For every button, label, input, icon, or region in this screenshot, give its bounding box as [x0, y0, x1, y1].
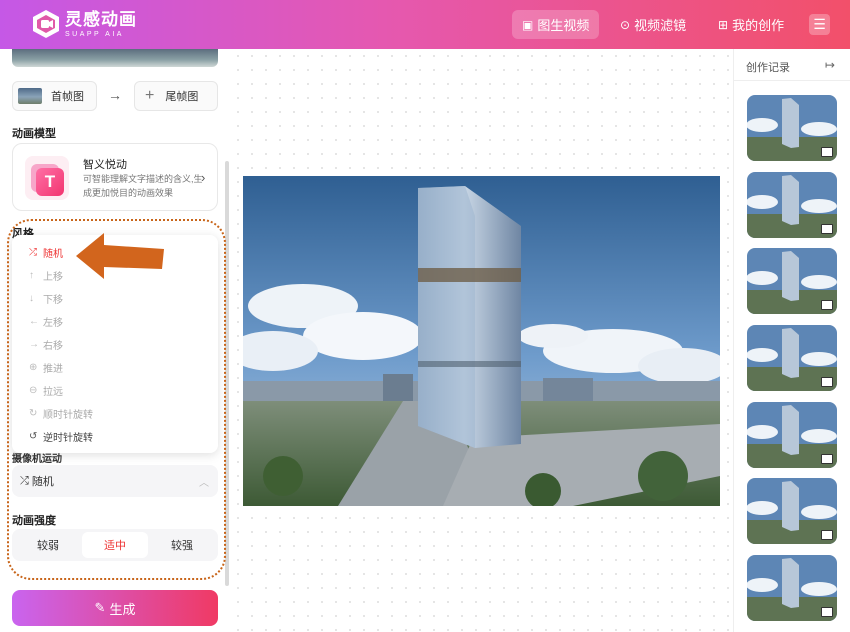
- nav-my-creations[interactable]: ⊞ 我的创作: [708, 10, 794, 39]
- history-thumbnail[interactable]: [747, 172, 837, 238]
- history-thumbnail[interactable]: [747, 402, 837, 468]
- first-frame-label: 首帧图: [51, 91, 84, 103]
- menu-button[interactable]: ☰: [809, 14, 830, 35]
- image-icon: [821, 147, 833, 157]
- nav-label: 视频滤镜: [634, 18, 687, 33]
- history-thumbnail[interactable]: [747, 95, 837, 161]
- image-icon: [821, 607, 833, 617]
- image-icon: [821, 224, 833, 234]
- first-frame-thumbnail: [18, 88, 42, 104]
- history-thumbnail[interactable]: [747, 325, 837, 391]
- plus-icon: +: [145, 87, 155, 104]
- generate-label: 生成: [109, 601, 136, 617]
- last-frame-slot[interactable]: + 尾帧图: [134, 81, 218, 111]
- logo-title: 灵感动画: [65, 9, 137, 29]
- annotation-arrow-icon: [76, 233, 164, 279]
- model-icon: T: [25, 156, 69, 200]
- nav-video-filter[interactable]: ⊙ 视频滤镜: [610, 10, 696, 39]
- model-name: 智义悦动: [83, 159, 127, 171]
- nav-label: 我的创作: [732, 18, 785, 33]
- play-icon: ⊙: [620, 17, 631, 32]
- logo-subtitle: SUAPP AIA: [65, 30, 124, 38]
- generate-button[interactable]: ✎ 生成: [12, 590, 218, 626]
- preview-image: [243, 176, 720, 506]
- divider: [734, 80, 850, 81]
- image-icon: [821, 377, 833, 387]
- grid-icon: ⊞: [718, 17, 729, 32]
- last-frame-label: 尾帧图: [165, 91, 199, 103]
- model-card[interactable]: T 智义悦动 可智能理解文字描述的含义,生成更加悦目的动画效果 ›: [12, 143, 218, 211]
- history-panel: 创作记录 ↦: [733, 49, 850, 632]
- uploaded-image-preview[interactable]: [12, 49, 218, 67]
- chevron-right-icon: ›: [201, 170, 206, 185]
- image-icon: [821, 530, 833, 540]
- history-thumbnail[interactable]: [747, 248, 837, 314]
- history-thumbnail[interactable]: [747, 555, 837, 621]
- history-thumbnail[interactable]: [747, 478, 837, 544]
- model-section-title: 动画模型: [12, 128, 56, 140]
- magic-wand-icon: ✎: [94, 600, 106, 615]
- history-title: 创作记录: [746, 62, 790, 74]
- top-header: 灵感动画 SUAPP AIA ▣ 图生视频 ⊙ 视频滤镜 ⊞ 我的创作 ☰: [0, 0, 850, 49]
- logo[interactable]: 灵感动画 SUAPP AIA: [31, 9, 137, 39]
- arrow-right-icon: →: [108, 87, 122, 103]
- first-frame-slot[interactable]: 首帧图: [12, 81, 97, 111]
- nav-label: 图生视频: [537, 18, 590, 33]
- collapse-panel-icon[interactable]: ↦: [825, 58, 835, 72]
- model-description: 可智能理解文字描述的含义,生成更加悦目的动画效果: [83, 174, 203, 198]
- image-icon: ▣: [522, 17, 534, 32]
- logo-icon: [33, 10, 59, 38]
- image-icon: [821, 454, 833, 464]
- image-icon: [821, 300, 833, 310]
- nav-image-to-video[interactable]: ▣ 图生视频: [512, 10, 600, 39]
- menu-icon: ☰: [813, 16, 826, 32]
